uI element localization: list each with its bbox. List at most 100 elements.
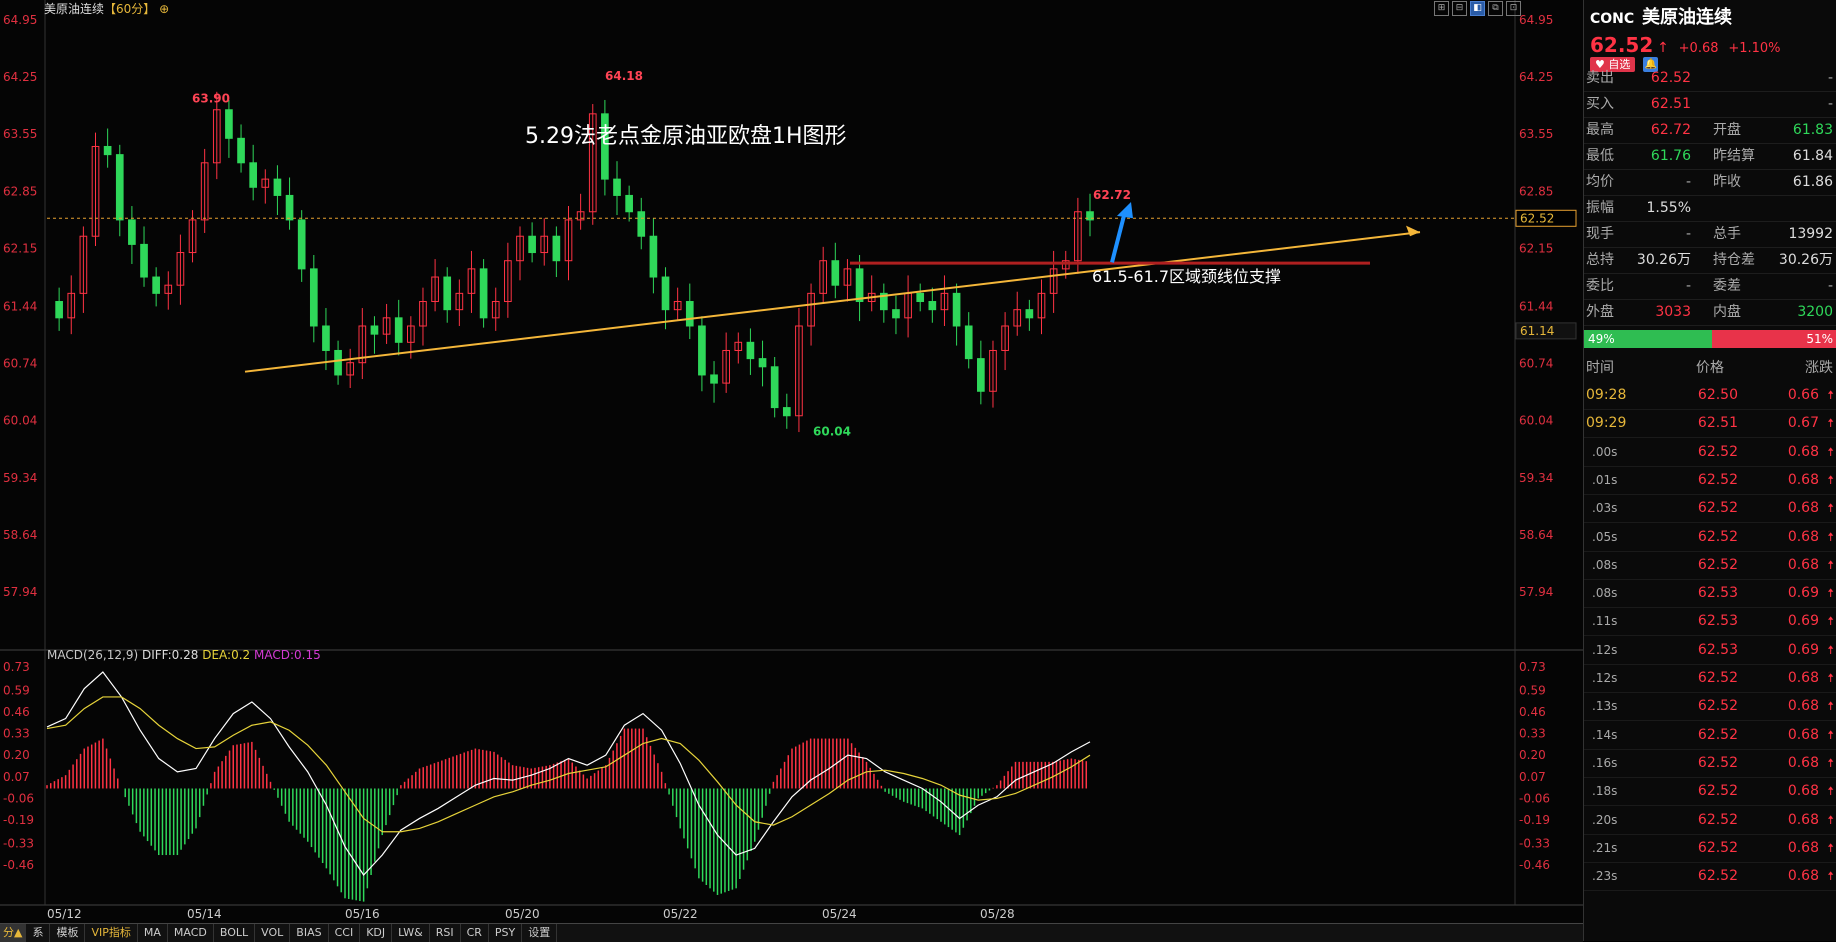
tick-price: 62.52 bbox=[1697, 443, 1738, 460]
y-tick-label: 62.85 bbox=[3, 184, 37, 198]
candle-body bbox=[249, 162, 258, 188]
x-tick-label: 05/14 bbox=[187, 907, 222, 921]
indicator-tab-MA[interactable]: MA bbox=[138, 924, 168, 942]
macd-y-tick-right: -0.19 bbox=[1519, 813, 1550, 827]
candle-body bbox=[746, 341, 755, 360]
quote-label: 昨收 bbox=[1713, 174, 1741, 190]
dea-label: DEA:0.2 bbox=[202, 648, 251, 662]
tick-price: 62.50 bbox=[1697, 387, 1738, 403]
chart-header: 美原油连续【60分】 ⊕ bbox=[44, 0, 169, 18]
period-tab[interactable]: 分▲ bbox=[0, 924, 27, 942]
quote-label: 总持 bbox=[1586, 252, 1614, 268]
tick-row: .08s 62.53 0.69 🠅 bbox=[1584, 579, 1836, 609]
indicator-tab-BIAS[interactable]: BIAS bbox=[290, 924, 329, 942]
candlestick-chart[interactable]: 64.95 64.95 64.25 64.25 63.55 63.55 62.85 62.85… bbox=[0, 0, 1583, 923]
layout-grid-icon[interactable]: ⊞ bbox=[1434, 1, 1449, 16]
arrow-up-icon: 🠅 bbox=[1827, 812, 1834, 827]
buy-sell-ratio-bar: 49% 51% bbox=[1584, 330, 1836, 348]
indicator-tab-KDJ[interactable]: KDJ bbox=[360, 924, 393, 942]
tick-time: .11s bbox=[1592, 614, 1618, 629]
tick-time: .08s bbox=[1592, 586, 1618, 601]
quote-label: 卖出 bbox=[1586, 70, 1614, 86]
indicator-tab-CCI[interactable]: CCI bbox=[329, 924, 361, 942]
indicator-tab-MACD[interactable]: MACD bbox=[168, 924, 214, 942]
tick-change: 0.68 bbox=[1787, 556, 1819, 573]
y-tick-label-right: 61.44 bbox=[1519, 299, 1553, 313]
y-tick-label-right: 63.55 bbox=[1519, 127, 1553, 141]
tick-change: 0.68 bbox=[1787, 783, 1819, 800]
quote-row: 现手 - 总手 13992 bbox=[1584, 222, 1836, 248]
macd-legend: MACD(26,12,9) DIFF:0.28 DEA:0.2 MACD:0.1… bbox=[47, 648, 321, 662]
macd-y-tick-right: -0.46 bbox=[1519, 858, 1550, 872]
macd-value-label: MACD:0.15 bbox=[254, 648, 321, 662]
indicator-tab-设置[interactable]: 设置 bbox=[522, 924, 558, 942]
last-price: 62.52 bbox=[1590, 33, 1654, 57]
tick-price: 62.52 bbox=[1697, 528, 1738, 545]
tick-row: 09:28 62.50 0.66 🠅 bbox=[1584, 381, 1836, 410]
candle-body bbox=[698, 325, 706, 376]
candle-body bbox=[613, 178, 621, 196]
indicator-tab-LW&[interactable]: LW& bbox=[392, 924, 430, 942]
indicator-tab-模板[interactable]: 模板 bbox=[50, 924, 86, 942]
candle-body bbox=[334, 349, 342, 376]
quote-value: - bbox=[1827, 70, 1833, 86]
tick-change: 0.68 bbox=[1787, 754, 1819, 771]
tick-change: 0.66 bbox=[1787, 387, 1819, 403]
indicator-tab-BOLL[interactable]: BOLL bbox=[214, 924, 256, 942]
layout-split-icon[interactable]: ⊟ bbox=[1452, 1, 1467, 16]
tick-change: 0.68 bbox=[1787, 811, 1819, 828]
y-tick-label-right: 60.74 bbox=[1519, 357, 1553, 371]
candle-body bbox=[115, 154, 124, 221]
y-tick-label: 64.95 bbox=[3, 13, 37, 27]
y-tick-label: 64.25 bbox=[3, 70, 37, 84]
tick-time: .20s bbox=[1592, 812, 1618, 827]
arrow-up-icon: 🠅 bbox=[1827, 671, 1834, 685]
layout-single-icon[interactable]: ◧ bbox=[1470, 1, 1485, 16]
tick-header-time: 时间 bbox=[1586, 360, 1614, 376]
indicator-tab-CR[interactable]: CR bbox=[461, 924, 489, 942]
tick-change: 0.68 bbox=[1787, 528, 1819, 545]
tick-time: .03s bbox=[1592, 501, 1618, 516]
tick-change: 0.68 bbox=[1787, 500, 1819, 517]
candle-body bbox=[479, 268, 488, 319]
quote-value: 62.52 bbox=[1650, 70, 1691, 86]
candle-body bbox=[370, 325, 379, 335]
gear-icon[interactable]: ⊕ bbox=[159, 2, 169, 16]
quote-row: 卖出 62.52 - bbox=[1584, 66, 1836, 92]
window-icons: ⊞ ⊟ ◧ ⧉ ⊡ bbox=[1434, 1, 1521, 16]
arrow-up-icon: 🠅 bbox=[1827, 388, 1834, 402]
layout-tile-icon[interactable]: ⧉ bbox=[1488, 1, 1503, 16]
tick-row: .08s 62.52 0.68 🠅 bbox=[1584, 551, 1836, 580]
indicator-tab-VIP指标[interactable]: VIP指标 bbox=[85, 924, 138, 942]
tick-table-header: 时间 价格 涨跌 bbox=[1584, 355, 1836, 381]
candle-body bbox=[528, 235, 536, 254]
y-tick-label: 62.15 bbox=[3, 241, 37, 255]
quote-value: 3200 bbox=[1797, 304, 1833, 320]
expand-icon[interactable]: ⊡ bbox=[1506, 1, 1521, 16]
arrow-up-icon: 🠅 bbox=[1827, 614, 1834, 629]
y-tick-label-right: 58.64 bbox=[1519, 528, 1553, 542]
quote-row: 最低 61.76 昨结算 61.84 bbox=[1584, 144, 1836, 170]
indicator-tab-PSY[interactable]: PSY bbox=[489, 924, 523, 942]
period-label[interactable]: 【60分】 bbox=[104, 2, 155, 16]
annotation-support: 61.5-61.7区域颈线位支撑 bbox=[1092, 267, 1281, 286]
candle-body bbox=[103, 145, 112, 156]
y-tick-label: 57.94 bbox=[3, 585, 37, 599]
indicator-tab-RSI[interactable]: RSI bbox=[430, 924, 461, 942]
macd-y-tick: 0.59 bbox=[3, 683, 30, 697]
quote-label: 振幅 bbox=[1586, 200, 1614, 216]
macd-y-tick-right: 0.46 bbox=[1519, 705, 1546, 719]
indicator-tab-VOL[interactable]: VOL bbox=[255, 924, 291, 942]
y-tick-label: 60.74 bbox=[3, 357, 37, 371]
chart-area[interactable]: 64.95 64.95 64.25 64.25 63.55 63.55 62.85 62.85… bbox=[0, 0, 1583, 923]
candle-body bbox=[225, 109, 233, 139]
macd-y-tick-right: 0.59 bbox=[1519, 683, 1546, 697]
quote-row: 均价 - 昨收 61.86 bbox=[1584, 170, 1836, 196]
quote-label: 持仓差 bbox=[1713, 252, 1755, 268]
arrow-up-icon: 🠅 bbox=[1827, 869, 1834, 884]
arrow-up-icon: 🠅 bbox=[1827, 472, 1834, 487]
indicator-tab-系[interactable]: 系 bbox=[26, 924, 51, 942]
candle-body bbox=[309, 268, 318, 327]
up-arrow-shaft bbox=[1110, 211, 1127, 263]
candle-body bbox=[552, 235, 561, 262]
